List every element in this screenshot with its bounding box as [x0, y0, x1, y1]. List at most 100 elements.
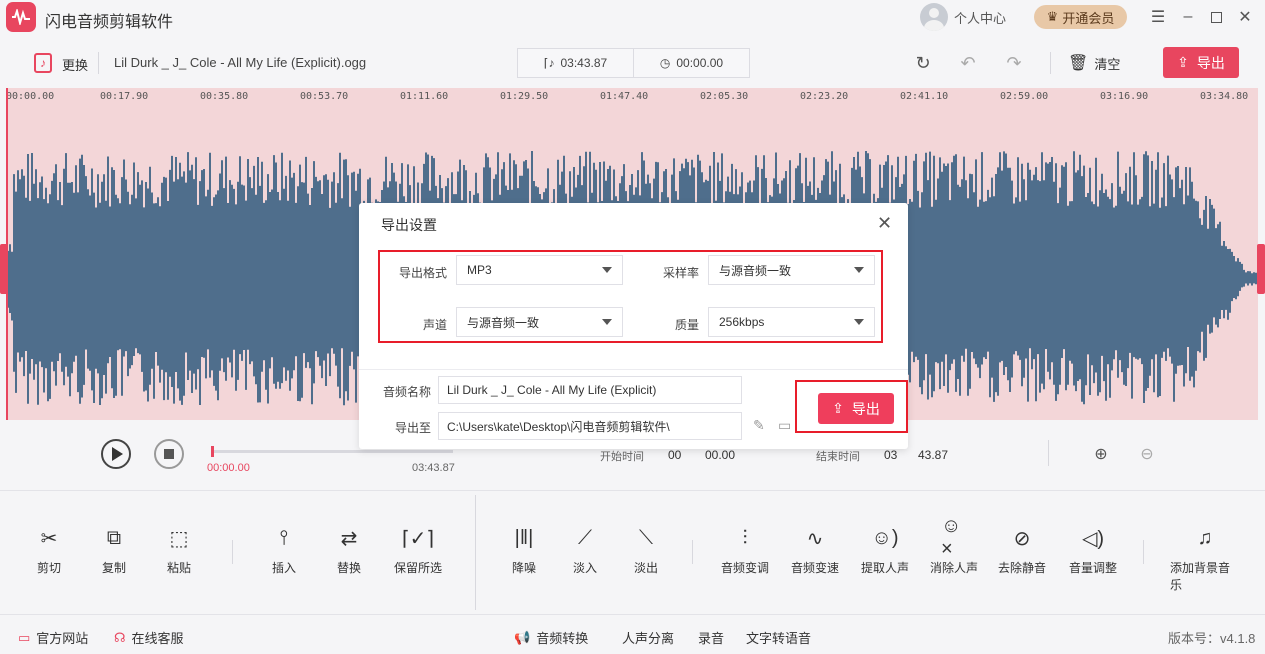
vip-button[interactable]: ♛ 开通会员 [1034, 5, 1127, 29]
tool-bg-music[interactable]: ♫ 添加背景音乐 [1170, 525, 1240, 593]
reset-icon[interactable]: ↻ [912, 52, 934, 74]
ruler-tick: 00:00.00 [6, 91, 55, 102]
dialog-export-button[interactable]: ⇪ 导出 [818, 393, 894, 424]
fade-out-icon: ⟍ [639, 526, 653, 549]
ruler-tick: 02:23.20 [800, 91, 849, 102]
support-label: 在线客服 [131, 631, 184, 646]
tool-scissors[interactable]: ✂ 剪切 [14, 525, 84, 576]
tool-label: 添加背景音乐 [1170, 561, 1231, 592]
folder-icon[interactable]: ▭ [778, 417, 791, 434]
export-settings-dialog: 导出设置 ✕ 导出格式 MP3 采样率 与源音频一致 声道 与源音频一致 质量 … [359, 203, 908, 449]
tool-copy[interactable]: ⧉ 复制 [79, 525, 149, 576]
minimize-icon[interactable]: – [1176, 5, 1200, 29]
progress-bar[interactable] [211, 446, 453, 457]
start-sec[interactable]: 00.00 [705, 448, 735, 462]
divider [98, 52, 99, 74]
end-sec[interactable]: 43.87 [918, 448, 948, 462]
user-center[interactable]: 个人中心 [920, 3, 1006, 31]
tool-replace[interactable]: ⇄ 替换 [314, 525, 384, 576]
format-label: 导出格式 [398, 266, 447, 280]
end-min[interactable]: 03 [884, 448, 897, 462]
stop-button[interactable] [154, 439, 184, 469]
time-display: ⌈♪ 03:43.87 ◷ 00:00.00 [517, 48, 750, 78]
quality-select[interactable]: 256kbps [708, 307, 875, 337]
edit-icon[interactable]: ✎ [753, 417, 765, 434]
ruler-tick: 03:34.80 [1200, 91, 1249, 102]
channel-select[interactable]: 与源音频一致 [456, 307, 623, 337]
replace-button[interactable]: 更换 [62, 55, 88, 74]
tool-denoise[interactable]: |‖| 降噪 [489, 525, 559, 576]
quality-value: 256kbps [719, 315, 765, 329]
website-link[interactable]: ▭ 官方网站 [18, 628, 88, 647]
duration-display: ⌈♪ 03:43.87 [518, 49, 633, 77]
tool-paste[interactable]: ⬚ 粘贴 [144, 525, 214, 576]
undo-icon[interactable]: ↶ [957, 52, 979, 74]
convert-link[interactable]: 📢 音频转换 [514, 628, 588, 647]
divider [232, 540, 233, 564]
redo-icon[interactable]: ↷ [1003, 52, 1025, 74]
zoom-in-icon[interactable]: ⊕ [1090, 443, 1112, 465]
divider [1050, 52, 1051, 74]
separate-link[interactable]: 人声分离 [622, 628, 674, 647]
dialog-title: 导出设置 [381, 217, 437, 233]
samplerate-label: 采样率 [662, 266, 699, 280]
ruler-tick: 03:16.90 [1100, 91, 1149, 102]
tool-fade-out[interactable]: ⟍ 淡出 [611, 525, 681, 576]
music-file-icon[interactable]: ♪ [34, 53, 52, 73]
tool-label: 淡出 [633, 561, 658, 575]
trash-icon: 🗑 [1068, 55, 1089, 72]
ruler-tick: 00:53.70 [300, 91, 349, 102]
menu-icon[interactable]: ☰ [1146, 5, 1170, 29]
left-trim-handle[interactable] [0, 244, 8, 294]
right-trim-handle[interactable] [1257, 244, 1265, 294]
tool-label: 消除人声 [929, 561, 978, 575]
tool-pitch[interactable]: ⫶ 音频变调 [710, 525, 780, 576]
close-window-icon[interactable]: ✕ [1233, 5, 1257, 29]
tool-insert[interactable]: ⫯ 插入 [249, 525, 319, 576]
start-min[interactable]: 00 [668, 448, 681, 462]
channel-value: 与源音频一致 [467, 315, 540, 330]
audio-name-input[interactable]: Lil Durk _ J_ Cole - All My Life (Explic… [438, 376, 742, 404]
tool-fade-in[interactable]: ⟋ 淡入 [550, 525, 620, 576]
clear-button[interactable]: 🗑 清空 [1068, 53, 1120, 73]
tool-volume[interactable]: ◁) 音量调整 [1058, 525, 1128, 576]
format-select[interactable]: MP3 [456, 255, 623, 285]
samplerate-select[interactable]: 与源音频一致 [708, 255, 875, 285]
ruler-tick: 01:11.60 [400, 91, 449, 102]
website-label: 官方网站 [36, 631, 89, 646]
tool-keep-selection[interactable]: ⌈✓⌉ 保留所选 [383, 525, 453, 576]
zoom-out-icon[interactable]: ⊖ [1136, 443, 1158, 465]
dialog-close-icon[interactable]: ✕ [877, 213, 892, 234]
ruler-tick: 02:41.10 [900, 91, 949, 102]
support-link[interactable]: ☊ 在线客服 [114, 628, 184, 647]
user-center-label[interactable]: 个人中心 [954, 8, 1006, 27]
tool-extract-voice[interactable]: ☺) 提取人声 [850, 525, 920, 576]
dialog-divider [359, 369, 908, 370]
export-path-input[interactable]: C:\Users\kate\Desktop\闪电音频剪辑软件\ [438, 412, 742, 440]
name-label: 音频名称 [382, 385, 431, 399]
export-button-top[interactable]: ⇪ 导出 [1163, 47, 1239, 78]
play-button[interactable] [101, 439, 131, 469]
volume-icon: ◁) [1081, 527, 1105, 550]
duration-value: 03:43.87 [560, 56, 608, 70]
avatar[interactable] [920, 3, 948, 31]
time-ruler[interactable]: 00:00.00 00:17.90 00:35.80 00:53.70 01:11.60… [6, 88, 1258, 108]
path-label: 导出至 [394, 421, 431, 435]
progress-knob[interactable] [211, 446, 214, 457]
tool-remove-voice[interactable]: ☺× 消除人声 [919, 515, 989, 576]
ruler-tick: 01:47.40 [600, 91, 649, 102]
bg-music-icon: ♫ [1197, 526, 1213, 549]
insert-icon: ⫯ [279, 526, 289, 549]
version-label: 版本号：v4.1.8 [1168, 631, 1256, 646]
position-value: 00:00.00 [676, 56, 724, 70]
tts-link[interactable]: 文字转语音 [746, 628, 811, 647]
extract-voice-icon: ☺) [871, 526, 899, 549]
tool-label: 音频变调 [720, 561, 769, 575]
maximize-icon[interactable] [1204, 5, 1228, 29]
position-display: ◷ 00:00.00 [633, 49, 749, 77]
copy-icon: ⧉ [106, 526, 122, 549]
record-link[interactable]: 录音 [698, 628, 724, 647]
divider [1048, 440, 1049, 466]
tool-speed[interactable]: ∿ 音频变速 [780, 525, 850, 576]
tool-remove-silence[interactable]: ⊘ 去除静音 [987, 525, 1057, 576]
